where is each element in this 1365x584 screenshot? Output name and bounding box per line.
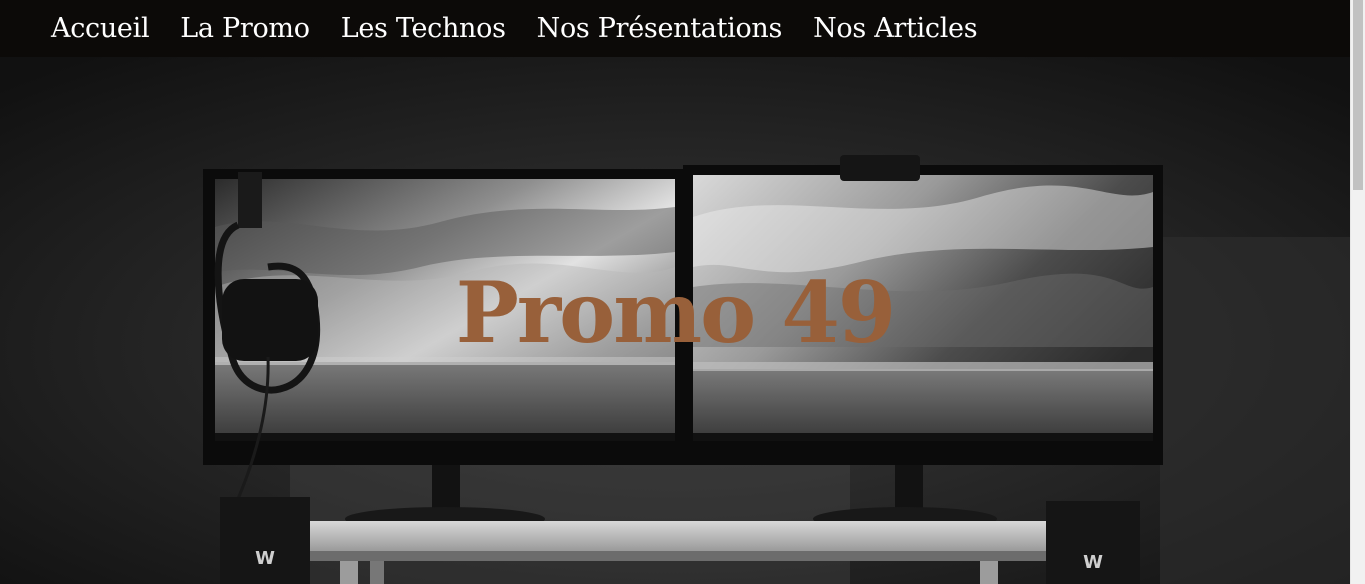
svg-text:W: W xyxy=(255,548,275,569)
nav-list: Accueil La Promo Les Technos Nos Présent… xyxy=(51,0,1008,57)
hero-section: W W Promo 49 xyxy=(0,57,1350,584)
top-navbar: Accueil La Promo Les Technos Nos Présent… xyxy=(0,0,1350,57)
nav-link-nos-articles[interactable]: Nos Articles xyxy=(813,13,978,44)
nav-link-nos-presentations[interactable]: Nos Présentations xyxy=(537,13,783,44)
svg-text:W: W xyxy=(1083,552,1103,573)
nav-link-accueil[interactable]: Accueil xyxy=(51,13,150,44)
page-scrollbar[interactable] xyxy=(1350,0,1365,584)
page: Accueil La Promo Les Technos Nos Présent… xyxy=(0,0,1350,584)
hero-background-image: W W xyxy=(0,57,1350,584)
nav-link-la-promo[interactable]: La Promo xyxy=(180,13,310,44)
nav-link-les-technos[interactable]: Les Technos xyxy=(341,13,506,44)
scrollbar-thumb[interactable] xyxy=(1353,0,1363,190)
